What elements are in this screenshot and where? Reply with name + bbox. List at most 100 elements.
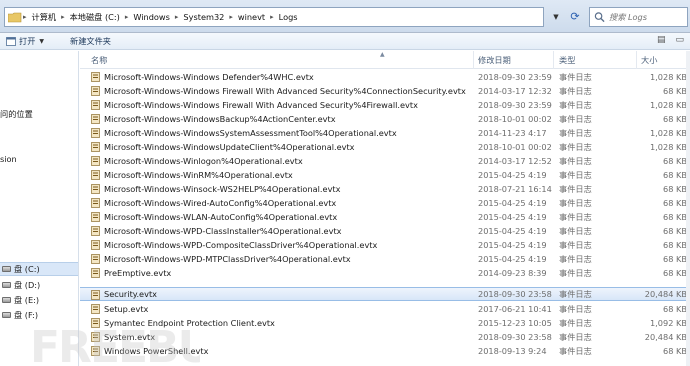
file-type: 事件日志 xyxy=(559,332,592,342)
file-modified-date: 2018-09-30 23:59 xyxy=(478,72,552,82)
file-type: 事件日志 xyxy=(559,318,592,328)
column-header-name[interactable]: 名称 xyxy=(80,51,474,69)
file-type: 事件日志 xyxy=(559,128,592,138)
open-button[interactable]: 打开 ▼ xyxy=(0,33,50,50)
event-log-file-icon xyxy=(91,304,100,314)
svg-text:FREEBUF: FREEBUF xyxy=(30,322,200,366)
file-size: 68 KB xyxy=(662,114,687,124)
file-size: 68 KB xyxy=(662,86,687,96)
open-label: 打开 xyxy=(19,36,36,46)
nav-item-label: 盘 (C:) xyxy=(14,264,40,274)
file-row[interactable]: Microsoft-Windows-Winlogon%4Operational.… xyxy=(80,154,690,168)
column-header-size[interactable]: 大小 xyxy=(637,51,690,69)
nav-item-label: 问的位置 xyxy=(0,109,33,119)
event-log-file-icon xyxy=(91,240,100,250)
file-row[interactable]: Microsoft-Windows-Wired-AutoConfig%4Oper… xyxy=(80,196,690,210)
file-size: 68 KB xyxy=(662,226,687,236)
event-log-file-icon xyxy=(91,128,100,138)
file-row[interactable]: Microsoft-Windows-Windows Defender%4WHC.… xyxy=(80,70,690,84)
file-type: 事件日志 xyxy=(559,226,592,236)
file-name: Microsoft-Windows-Windows Firewall With … xyxy=(104,86,466,96)
new-folder-button[interactable]: 新建文件夹 xyxy=(64,33,117,50)
file-type: 事件日志 xyxy=(559,170,592,180)
file-type: 事件日志 xyxy=(559,268,592,278)
nav-item-label: sion xyxy=(0,154,17,164)
file-size: 1,028 KB xyxy=(649,72,687,82)
nav-item-drive-c[interactable]: 盘 (C:) xyxy=(0,262,78,276)
search-box[interactable] xyxy=(589,7,688,27)
file-size: 68 KB xyxy=(662,212,687,222)
address-bar[interactable]: ▸ 计算机 ▸ 本地磁盘 (C:) ▸ Windows ▸ System32 ▸… xyxy=(4,7,544,27)
nav-item-version[interactable]: sion xyxy=(0,152,78,166)
file-modified-date: 2018-10-01 00:02 xyxy=(478,114,552,124)
breadcrumb-winevt[interactable]: winevt xyxy=(234,12,269,22)
file-name: Microsoft-Windows-Windows Firewall With … xyxy=(104,100,418,110)
vertical-scrollbar[interactable] xyxy=(686,51,690,366)
file-row[interactable]: Microsoft-Windows-Winsock-WS2HELP%4Opera… xyxy=(80,182,690,196)
file-row[interactable]: Microsoft-Windows-WPD-MTPClassDriver%4Op… xyxy=(80,252,690,266)
command-bar: 打开 ▼ 新建文件夹 ▤ ▭ xyxy=(0,33,690,50)
nav-item-drive-e[interactable]: 盘 (E:) xyxy=(0,293,78,307)
file-type: 事件日志 xyxy=(559,198,592,208)
column-header-type[interactable]: 类型 xyxy=(554,51,637,69)
event-log-file-icon xyxy=(91,142,100,152)
event-log-file-icon xyxy=(91,114,100,124)
nav-item-label: 盘 (D:) xyxy=(14,280,41,290)
file-type: 事件日志 xyxy=(559,86,592,96)
file-row[interactable]: Microsoft-Windows-Windows Firewall With … xyxy=(80,84,690,98)
preview-pane-icon[interactable]: ▭ xyxy=(675,35,684,45)
file-row[interactable]: PreEmptive.evtx 2014-09-23 8:39 事件日志 68 KB xyxy=(80,266,690,280)
file-modified-date: 2015-04-25 4:19 xyxy=(478,226,547,236)
nav-item-label: 盘 (E:) xyxy=(14,295,40,305)
file-modified-date: 2015-04-25 4:19 xyxy=(478,240,547,250)
file-type: 事件日志 xyxy=(559,114,592,124)
address-dropdown-icon[interactable]: ▼ xyxy=(549,9,563,25)
file-modified-date: 2015-04-25 4:19 xyxy=(478,212,547,222)
file-name: PreEmptive.evtx xyxy=(104,268,172,278)
file-type: 事件日志 xyxy=(559,254,592,264)
file-row[interactable]: Microsoft-Windows-WindowsBackup%4ActionC… xyxy=(80,112,690,126)
file-type: 事件日志 xyxy=(559,240,592,250)
file-row[interactable]: Microsoft-Windows-Windows Firewall With … xyxy=(80,98,690,112)
freebuf-watermark-logo: FREEBUF xyxy=(30,322,200,366)
view-options-icon[interactable]: ▤ xyxy=(657,35,666,45)
file-row[interactable]: Microsoft-Windows-WinRM%4Operational.evt… xyxy=(80,168,690,182)
file-row[interactable]: Security.evtx 2018-09-30 23:58 事件日志 20,484 … xyxy=(80,287,690,301)
drive-icon xyxy=(2,282,11,288)
nav-item-drive-d[interactable]: 盘 (D:) xyxy=(0,278,78,292)
file-size: 20,484 KB xyxy=(644,289,687,299)
file-row[interactable]: Microsoft-Windows-WPD-CompositeClassDriv… xyxy=(80,238,690,252)
chevron-down-icon[interactable]: ▼ xyxy=(39,38,44,45)
event-log-file-icon xyxy=(91,226,100,236)
breadcrumb-windows[interactable]: Windows xyxy=(129,12,174,22)
breadcrumb-logs[interactable]: Logs xyxy=(275,12,302,22)
open-icon xyxy=(6,36,16,46)
file-size: 68 KB xyxy=(662,198,687,208)
nav-item-recent-places[interactable]: 问的位置 xyxy=(0,107,78,121)
file-row[interactable]: Microsoft-Windows-WPD-ClassInstaller%4Op… xyxy=(80,224,690,238)
file-type: 事件日志 xyxy=(559,156,592,166)
column-header-date[interactable]: 修改日期 xyxy=(474,51,554,69)
breadcrumb-computer[interactable]: 计算机 xyxy=(28,11,61,23)
breadcrumb-local-disk[interactable]: 本地磁盘 (C:) xyxy=(66,11,124,23)
file-name: Microsoft-Windows-WPD-CompositeClassDriv… xyxy=(104,240,378,250)
file-size: 68 KB xyxy=(662,240,687,250)
file-type: 事件日志 xyxy=(559,142,592,152)
file-row[interactable]: Microsoft-Windows-WLAN-AutoConfig%4Opera… xyxy=(80,210,690,224)
file-modified-date: 2018-09-30 23:58 xyxy=(478,332,552,342)
breadcrumb-system32[interactable]: System32 xyxy=(179,12,228,22)
file-modified-date: 2018-07-21 16:14 xyxy=(478,184,552,194)
refresh-icon[interactable]: ⟳ xyxy=(566,8,584,26)
file-modified-date: 2014-03-17 12:52 xyxy=(478,156,552,166)
file-modified-date: 2014-03-17 12:32 xyxy=(478,86,552,96)
file-modified-date: 2014-11-23 4:17 xyxy=(478,128,547,138)
event-log-file-icon xyxy=(91,290,100,300)
file-type: 事件日志 xyxy=(559,184,592,194)
file-modified-date: 2018-09-30 23:58 xyxy=(478,289,552,299)
search-input[interactable] xyxy=(609,12,687,22)
file-row[interactable]: Microsoft-Windows-WindowsUpdateClient%4O… xyxy=(80,140,690,154)
file-row[interactable]: Setup.evtx 2017-06-21 10:41 事件日志 68 KB xyxy=(80,302,690,316)
file-size: 68 KB xyxy=(662,346,687,356)
file-modified-date: 2018-09-13 9:24 xyxy=(478,346,547,356)
file-row[interactable]: Microsoft-Windows-WindowsSystemAssessmen… xyxy=(80,126,690,140)
